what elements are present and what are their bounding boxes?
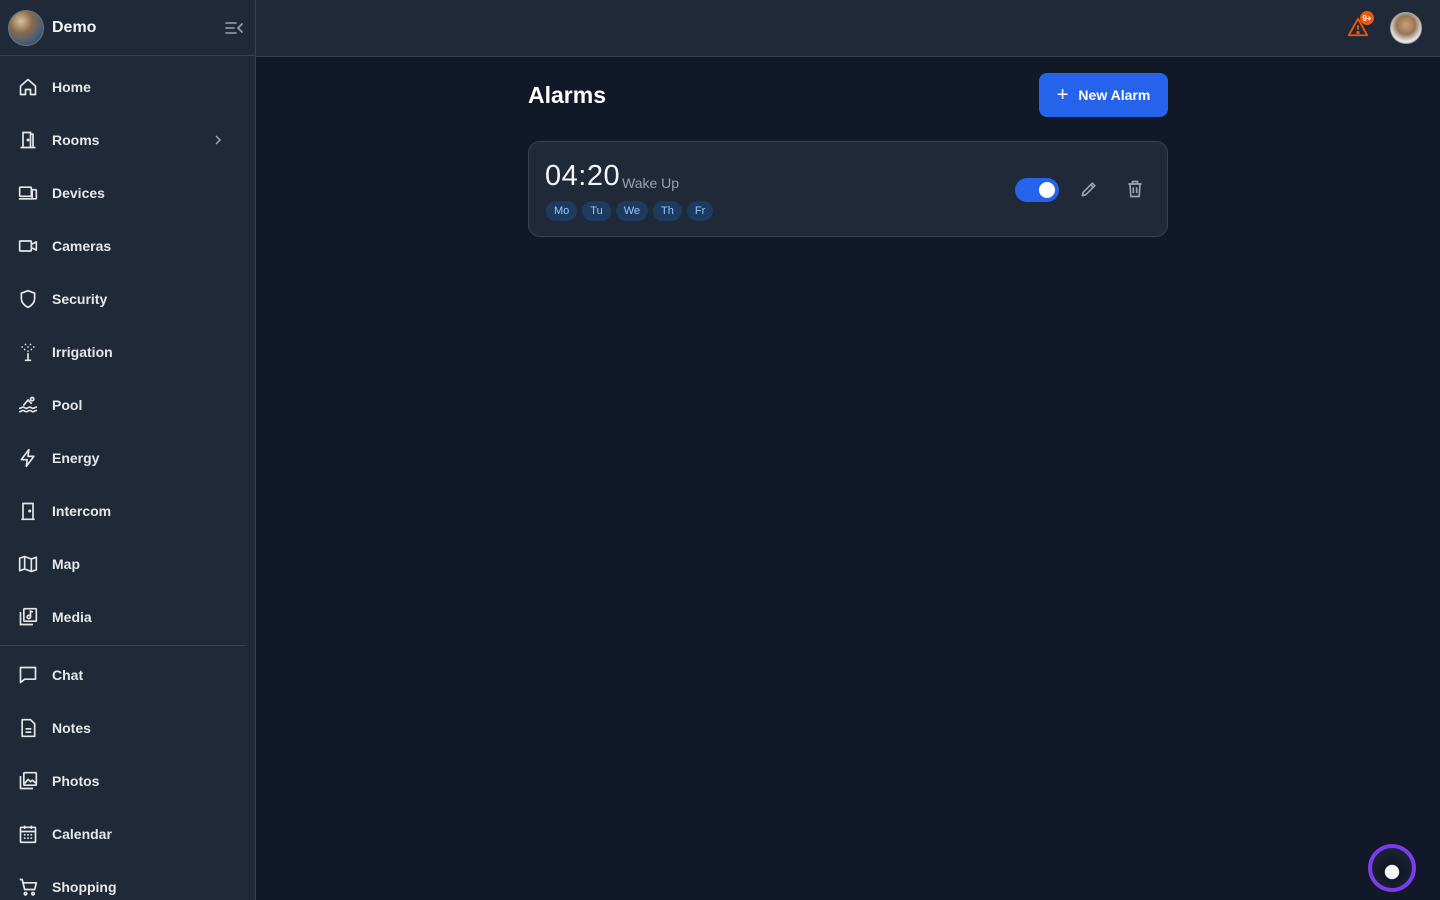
assistant-avatar-button[interactable]: [1368, 844, 1416, 892]
bolt-icon: [18, 448, 38, 468]
sidebar-item-label: Chat: [52, 666, 84, 683]
page-title: Alarms: [528, 82, 606, 108]
alarm-label: Wake Up: [622, 175, 680, 191]
dog-avatar-icon: [1372, 848, 1412, 888]
delete-alarm-button[interactable]: [1125, 179, 1145, 199]
alerts-button[interactable]: 9+: [1346, 11, 1374, 38]
sidebar-item-irrigation[interactable]: Irrigation: [0, 325, 255, 378]
alarm-enabled-toggle[interactable]: [1015, 178, 1059, 202]
cart-icon: [18, 877, 38, 897]
alert-count-badge: 9+: [1360, 11, 1374, 25]
sprinkler-icon: [18, 342, 38, 362]
sidebar-item-intercom[interactable]: Intercom: [0, 484, 255, 537]
intercom-icon: [18, 501, 38, 521]
brand-name: Demo: [52, 18, 97, 36]
sidebar-item-home[interactable]: Home: [0, 60, 255, 113]
plus-icon: +: [1056, 84, 1069, 106]
sidebar-item-label: Irrigation: [52, 343, 113, 360]
sidebar-item-label: Devices: [52, 184, 105, 201]
pool-icon: [18, 395, 38, 415]
sidebar-item-rooms[interactable]: Rooms: [0, 113, 255, 166]
map-icon: [18, 554, 38, 574]
day-badge: We: [615, 201, 649, 221]
sidebar-item-label: Rooms: [52, 131, 100, 148]
sidebar-item-label: Security: [52, 290, 108, 307]
sidebar-item-photos[interactable]: Photos: [0, 754, 255, 807]
day-badge: Mo: [546, 201, 578, 221]
sidebar-item-label: Energy: [52, 449, 100, 466]
devices-icon: [18, 183, 38, 203]
day-badge: Fr: [686, 201, 714, 221]
alarm-card: 04:20 Wake Up Mo Tu We Th Fr: [528, 141, 1168, 237]
sidebar-item-energy[interactable]: Energy: [0, 431, 255, 484]
sidebar-item-devices[interactable]: Devices: [0, 166, 255, 219]
new-alarm-button[interactable]: + New Alarm: [1039, 73, 1168, 117]
sidebar-item-label: Intercom: [52, 502, 112, 519]
sidebar-item-label: Home: [52, 78, 91, 95]
edit-alarm-button[interactable]: [1079, 179, 1099, 199]
toggle-knob: [1039, 182, 1055, 198]
sidebar-item-label: Pool: [52, 396, 83, 413]
topbar: 9+: [256, 0, 1440, 57]
sidebar-item-label: Photos: [52, 772, 100, 789]
sidebar-item-shopping[interactable]: Shopping: [0, 860, 255, 900]
calendar-icon: [18, 824, 38, 844]
shield-icon: [18, 289, 38, 309]
sidebar-item-notes[interactable]: Notes: [0, 701, 255, 754]
trash-icon: [1125, 180, 1145, 203]
brand-header: Demo: [0, 0, 255, 56]
alarm-days: Mo Tu We Th Fr: [546, 201, 714, 221]
user-avatar[interactable]: [1390, 12, 1422, 44]
sidebar-item-label: Cameras: [52, 237, 112, 254]
photos-icon: [18, 771, 38, 791]
sidebar-item-calendar[interactable]: Calendar: [0, 807, 255, 860]
sidebar-nav: Home Rooms Devices Cameras Security Irri…: [0, 56, 255, 900]
day-badge: Tu: [582, 201, 611, 221]
chevron-right-icon: [211, 133, 225, 147]
sidebar-item-cameras[interactable]: Cameras: [0, 219, 255, 272]
sidebar-item-security[interactable]: Security: [0, 272, 255, 325]
sidebar-item-media[interactable]: Media: [0, 590, 255, 643]
sidebar-divider: [0, 645, 245, 646]
sidebar-item-map[interactable]: Map: [0, 537, 255, 590]
sidebar-item-chat[interactable]: Chat: [0, 648, 255, 701]
sidebar-item-label: Map: [52, 555, 80, 572]
sidebar-item-label: Calendar: [52, 825, 112, 842]
media-icon: [18, 607, 38, 627]
alarm-time: 04:20: [545, 160, 621, 192]
sidebar-item-label: Notes: [52, 719, 91, 736]
sidebar-item-label: Media: [52, 608, 92, 625]
camera-icon: [18, 236, 38, 256]
chat-icon: [18, 665, 38, 685]
day-badge: Th: [653, 201, 682, 221]
sidebar: Demo Home Rooms Devices Cameras Security…: [0, 0, 256, 900]
notes-icon: [18, 718, 38, 738]
collapse-sidebar-icon[interactable]: [223, 17, 245, 39]
new-alarm-label: New Alarm: [1078, 87, 1151, 103]
sidebar-item-pool[interactable]: Pool: [0, 378, 255, 431]
sidebar-item-label: Shopping: [52, 878, 117, 895]
door-icon: [18, 130, 38, 150]
pencil-icon: [1079, 182, 1099, 203]
home-icon: [18, 77, 38, 97]
brand-logo[interactable]: [8, 9, 44, 46]
